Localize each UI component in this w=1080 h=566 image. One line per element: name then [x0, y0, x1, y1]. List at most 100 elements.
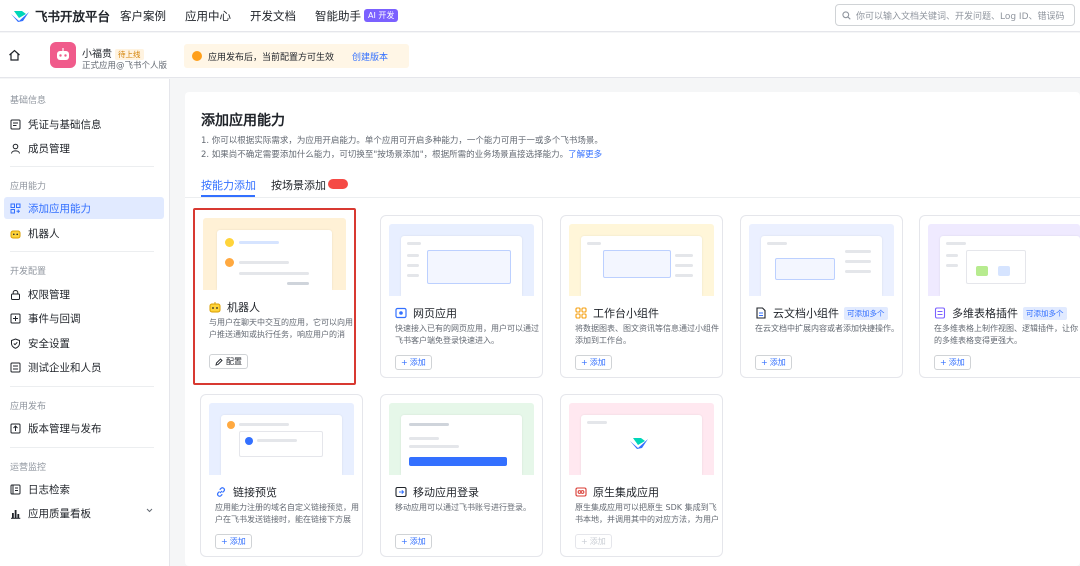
tabs-divider — [185, 197, 1080, 198]
upload-icon — [10, 423, 21, 433]
home-icon[interactable] — [8, 49, 21, 61]
shield-icon — [11, 337, 20, 349]
log-icon — [10, 484, 21, 494]
notice-text: 应用发布后，当前配置方可生效 — [208, 52, 335, 63]
card-title: 链接预览 — [233, 486, 277, 499]
sidebar-item-quality-dashboard[interactable]: 应用质量看板 — [4, 502, 164, 524]
chevron-down-icon[interactable] — [145, 506, 154, 515]
card-preview — [928, 224, 1080, 296]
sidebar-item-test-tenant[interactable]: 测试企业和人员 — [4, 356, 164, 378]
tab-by-capability[interactable]: 按能力添加 — [201, 177, 256, 193]
sidebar-item-add-capability[interactable]: 添加应用能力 — [4, 197, 164, 219]
widget-grid-icon — [575, 307, 587, 319]
sidebar-item-events[interactable]: 事件与回调 — [4, 307, 164, 329]
nav-app-center[interactable]: 应用中心 — [185, 8, 231, 24]
card-preview — [389, 403, 534, 475]
capability-card-mobile-login[interactable]: 移动应用登录 移动应用可以通过飞书账号进行登录。 + 添加 — [380, 394, 543, 557]
sidebar-item-credentials[interactable]: 凭证与基础信息 — [4, 113, 164, 135]
capability-card-bot[interactable]: 机器人 与用户在聊天中交互的应用，它可以向用户推送通知或执行任务，响应用户的消息… — [193, 208, 356, 385]
card-description: 快速接入已有的网页应用，用户可以通过飞书客户端免登录快速进入。 — [395, 324, 539, 345]
multi-add-tag: 可添加多个 — [1023, 306, 1067, 320]
divider — [10, 447, 154, 448]
app-avatar — [50, 42, 76, 68]
preview-window — [581, 236, 702, 296]
capability-card-workplace-widget[interactable]: 工作台小组件 将数据图表、图文资讯等信息通过小组件添加到工作台。 + 添加 — [560, 215, 723, 378]
button-label: 添加 — [948, 358, 965, 367]
robot-icon — [10, 230, 21, 238]
feishu-logo-icon — [630, 438, 648, 449]
card-header: 云文档小组件 可添加多个 — [755, 305, 888, 321]
capability-card-doc-widget[interactable]: 云文档小组件 可添加多个 在云文档中扩展内容或者添加快捷操作。 + 添加 — [740, 215, 903, 378]
add-button-disabled[interactable]: + 添加 — [575, 534, 612, 549]
tab-by-scenario[interactable]: 按场景添加 — [271, 177, 326, 193]
bar-chart-icon — [11, 509, 21, 519]
sidebar-group-basic: 基础信息 — [10, 96, 47, 106]
sidebar: 基础信息 凭证与基础信息 成员管理 应用能力 添加应用能力 机器人 开发配置 权… — [0, 79, 170, 566]
top-navbar: 飞书开放平台 客户案例 应用中心 开发文档 智能助手 AI 开发 你可以输入文档… — [0, 0, 1080, 32]
capability-card-web-app[interactable]: 网页应用 快速接入已有的网页应用，用户可以通过飞书客户端免登录快速进入。 + 添加 — [380, 215, 543, 378]
plus-icon: + — [581, 358, 588, 367]
sidebar-item-bot[interactable]: 机器人 — [4, 222, 164, 244]
sidebar-item-logs[interactable]: 日志检索 — [4, 478, 164, 500]
sidebar-item-label: 成员管理 — [28, 142, 70, 155]
add-button[interactable]: + 添加 — [395, 355, 432, 370]
capability-card-native-integration[interactable]: 原生集成应用 原生集成应用可以把原生 SDK 集成到飞书本地，并调用其中的对应方… — [560, 394, 723, 557]
preview-window — [221, 415, 342, 475]
button-label: 添加 — [769, 358, 786, 367]
card-title: 移动应用登录 — [413, 486, 479, 499]
card-description: 应用能力注册的域名自定义链接预览，用户在飞书发送链接时，能在链接下方展示。 — [215, 503, 359, 524]
add-button[interactable]: + 添加 — [755, 355, 792, 370]
nav-customer-cases[interactable]: 客户案例 — [120, 8, 166, 24]
create-version-link[interactable]: 创建版本 — [352, 50, 388, 63]
card-description: 移动应用可以通过飞书账号进行登录。 — [395, 503, 531, 512]
sidebar-item-versions[interactable]: 版本管理与发布 — [4, 417, 164, 439]
description-line-1: 1. 你可以根据实际需求，为应用开启能力。单个应用可开启多种能力，一个能力可用于… — [201, 136, 603, 146]
description-text: 2. 如果尚不确定需要添加什么能力，可切换至"按场景添加"，根据所需的业务场景直… — [201, 150, 569, 160]
sidebar-item-members[interactable]: 成员管理 — [4, 137, 164, 159]
preview-window — [581, 415, 702, 475]
platform-logo[interactable]: 飞书开放平台 — [10, 6, 120, 25]
add-button[interactable]: + 添加 — [575, 355, 612, 370]
sidebar-item-label: 添加应用能力 — [28, 202, 91, 215]
sidebar-item-label: 机器人 — [28, 227, 60, 240]
sidebar-item-security[interactable]: 安全设置 — [4, 332, 164, 354]
app-name: 小福贵 待上线 — [82, 45, 144, 60]
divider — [10, 386, 154, 387]
nav-dev-docs[interactable]: 开发文档 — [250, 8, 296, 24]
sidebar-item-label: 安全设置 — [28, 337, 70, 350]
learn-more-link[interactable]: 了解更多 — [568, 150, 602, 160]
bitable-icon — [934, 307, 946, 319]
sidebar-group-capabilities: 应用能力 — [10, 182, 47, 192]
page-title: 添加应用能力 — [201, 113, 285, 129]
add-button[interactable]: + 添加 — [395, 534, 432, 549]
card-header: 链接预览 — [215, 484, 277, 500]
capability-card-bitable-plugin[interactable]: 多维表格插件 可添加多个 在多维表格上制作视图、逻辑插件，让你的多维表格变得更强… — [919, 215, 1080, 378]
configure-button[interactable]: 配置 — [209, 354, 248, 369]
sidebar-item-label: 凭证与基础信息 — [28, 118, 102, 131]
card-preview — [209, 403, 354, 475]
add-button[interactable]: + 添加 — [934, 355, 971, 370]
sidebar-group-monitoring: 运营监控 — [10, 463, 47, 473]
nav-ai-assistant[interactable]: 智能助手 — [315, 8, 361, 24]
card-description: 原生集成应用可以把原生 SDK 集成到飞书本地，并调用其中的对应方法，为用户提供… — [575, 503, 719, 524]
sidebar-item-permissions[interactable]: 权限管理 — [4, 283, 164, 305]
edit-icon — [215, 357, 223, 366]
multi-add-tag: 可添加多个 — [844, 306, 888, 320]
sidebar-item-label: 事件与回调 — [28, 312, 81, 325]
native-app-icon — [575, 487, 587, 497]
plus-icon: + — [761, 358, 768, 367]
card-description: 在多维表格上制作视图、逻辑插件，让你的多维表格变得更强大。 — [934, 324, 1078, 345]
plus-icon: + — [401, 358, 408, 367]
add-button[interactable]: + 添加 — [215, 534, 252, 549]
card-description: 将数据图表、图文资讯等信息通过小组件添加到工作台。 — [575, 324, 719, 345]
card-preview — [569, 403, 714, 475]
test-tenant-icon — [10, 362, 21, 372]
capability-card-link-preview[interactable]: 链接预览 应用能力注册的域名自定义链接预览，用户在飞书发送链接时，能在链接下方展… — [200, 394, 363, 557]
button-label: 配置 — [226, 357, 242, 366]
event-icon — [10, 313, 21, 323]
card-preview — [749, 224, 894, 296]
plus-icon: + — [221, 537, 228, 546]
sidebar-group-dev: 开发配置 — [10, 267, 47, 277]
new-badge — [328, 179, 348, 189]
search-input[interactable]: 你可以输入文档关键词、开发问题、Log ID、错误码 — [835, 4, 1075, 26]
